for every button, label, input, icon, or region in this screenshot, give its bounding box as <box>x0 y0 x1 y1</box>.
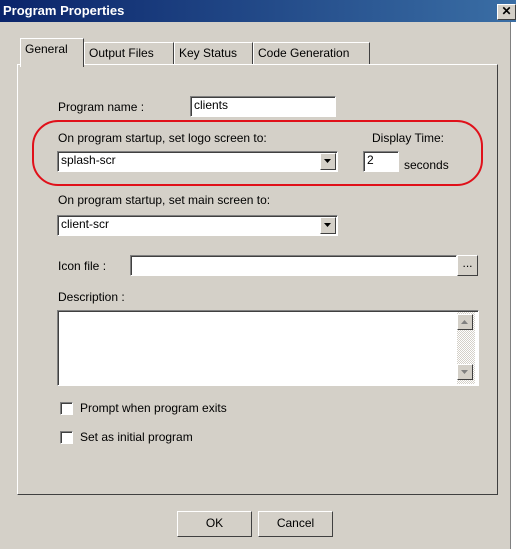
tab-label: Code Generation <box>258 46 350 60</box>
tab-code-generation[interactable]: Code Generation <box>253 42 370 64</box>
logo-screen-dropdown[interactable]: splash-scr <box>57 151 338 172</box>
display-time-input[interactable]: 2 <box>363 151 399 172</box>
ok-button[interactable]: OK <box>177 511 252 537</box>
browse-label: ... <box>462 256 473 270</box>
prompt-exit-label: Prompt when program exits <box>80 401 227 415</box>
tab-output-files[interactable]: Output Files <box>84 42 174 64</box>
main-screen-dropdown[interactable]: client-scr <box>57 215 338 236</box>
main-screen-label: On program startup, set main screen to: <box>58 193 271 207</box>
tab-label: General <box>25 42 68 56</box>
tab-label: Key Status <box>179 46 238 60</box>
program-name-label: Program name : <box>58 100 145 114</box>
description-textarea[interactable] <box>57 310 479 386</box>
seconds-label: seconds <box>404 158 449 172</box>
title-bar[interactable]: Program Properties ✕ <box>0 0 516 22</box>
initial-program-label: Set as initial program <box>80 430 193 444</box>
dropdown-arrow-icon[interactable] <box>320 217 336 234</box>
icon-file-input[interactable] <box>130 255 457 276</box>
tab-key-status[interactable]: Key Status <box>174 42 253 64</box>
prompt-exit-checkbox[interactable] <box>60 402 73 415</box>
display-time-value: 2 <box>367 153 374 167</box>
logo-screen-value: splash-scr <box>61 153 116 167</box>
scroll-down-icon[interactable] <box>457 364 473 380</box>
logo-screen-label: On program startup, set logo screen to: <box>58 131 267 145</box>
cancel-label: Cancel <box>276 516 315 530</box>
display-time-label: Display Time: <box>372 131 445 145</box>
main-screen-value: client-scr <box>61 217 110 231</box>
dropdown-arrow-icon[interactable] <box>320 153 336 170</box>
program-properties-dialog: Program Properties ✕ General Output File… <box>0 0 516 549</box>
close-button[interactable]: ✕ <box>497 4 516 20</box>
initial-program-checkbox[interactable] <box>60 431 73 444</box>
description-label: Description : <box>58 290 125 304</box>
program-name-input[interactable]: clients <box>190 96 336 117</box>
program-name-value: clients <box>194 98 229 112</box>
cancel-button[interactable]: Cancel <box>258 511 333 537</box>
icon-file-label: Icon file : <box>58 259 107 273</box>
window-title: Program Properties <box>3 3 125 18</box>
tab-label: Output Files <box>89 46 154 60</box>
browse-button[interactable]: ... <box>457 255 478 276</box>
scroll-up-icon[interactable] <box>457 314 473 330</box>
close-icon[interactable]: ✕ <box>501 4 511 18</box>
ok-label: OK <box>205 516 224 530</box>
tab-general[interactable]: General <box>20 38 84 67</box>
